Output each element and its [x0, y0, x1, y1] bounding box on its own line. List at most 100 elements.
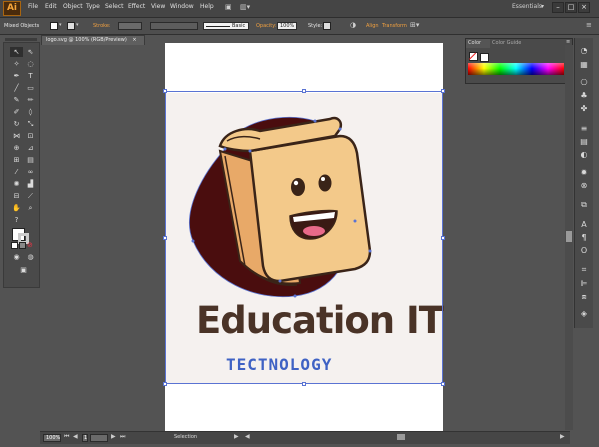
transform-panel-icon[interactable]: ⌗: [578, 265, 590, 275]
gradient-mode-swatch[interactable]: [19, 242, 26, 249]
selection-handle[interactable]: [302, 89, 306, 93]
close-button[interactable]: ×: [578, 2, 590, 13]
status-menu-arrow-icon[interactable]: ▶: [234, 433, 239, 440]
symbol-sprayer-tool-icon[interactable]: ✺: [10, 179, 23, 189]
align-panel-icon[interactable]: ⊫: [578, 279, 590, 288]
menu-file[interactable]: File: [28, 3, 38, 10]
selection-handle[interactable]: [163, 236, 167, 240]
line-segment-tool-icon[interactable]: ╱: [10, 83, 23, 93]
character-panel-icon[interactable]: A: [578, 220, 590, 229]
pathfinder-alt-icon[interactable]: ⧈: [578, 292, 590, 302]
menu-type[interactable]: Type: [86, 3, 100, 10]
paragraph-panel-icon[interactable]: ¶: [578, 233, 590, 242]
rectangle-tool-icon[interactable]: ▭: [24, 83, 37, 93]
lasso-tool-icon[interactable]: ◌: [24, 59, 37, 69]
artboards-panel-icon[interactable]: ⧉: [578, 200, 590, 210]
workspace-switcher[interactable]: Essentials: [512, 3, 542, 10]
chevron-down-icon[interactable]: ▾: [59, 22, 62, 28]
gradient-panel-icon[interactable]: ▤: [578, 137, 590, 146]
menu-effect[interactable]: Effect: [128, 3, 145, 10]
stroke-label[interactable]: Stroke:: [93, 23, 111, 29]
pencil-tool-icon[interactable]: ✏: [24, 95, 37, 105]
eraser-tool-icon[interactable]: ◊: [24, 107, 37, 117]
pen-tool-icon[interactable]: ✒: [10, 71, 23, 81]
width-tool-icon[interactable]: ⋈: [10, 131, 23, 141]
vertical-scrollbar-thumb[interactable]: [566, 231, 572, 242]
selection-handle[interactable]: [441, 236, 445, 240]
last-artboard-icon[interactable]: ⏭: [120, 433, 125, 441]
current-tool-label[interactable]: Selection: [174, 434, 197, 440]
blob-brush-tool-icon[interactable]: ✐: [10, 107, 23, 117]
selection-tool-icon[interactable]: ↖: [10, 47, 23, 57]
menu-edit[interactable]: Edit: [45, 3, 57, 10]
none-mode-icon[interactable]: ⊘: [27, 241, 33, 249]
zoom-tool-icon[interactable]: ⌕: [24, 203, 37, 213]
blend-tool-icon[interactable]: ∞: [24, 167, 37, 177]
draw-inside-icon[interactable]: ◍: [24, 252, 37, 262]
help-icon[interactable]: ?: [10, 215, 23, 225]
tools-panel-header[interactable]: [5, 38, 37, 41]
selection-bounding-box[interactable]: [165, 91, 443, 384]
opacity-field[interactable]: 100%: [277, 22, 297, 30]
horizontal-scrollbar-thumb[interactable]: [397, 434, 405, 440]
mesh-tool-icon[interactable]: ⊞: [10, 155, 23, 165]
zoom-field[interactable]: 100%: [43, 434, 61, 442]
perspective-grid-tool-icon[interactable]: ⊿: [24, 143, 37, 153]
document-tab[interactable]: logo.svg @ 100% (RGB/Preview) ×: [41, 35, 145, 45]
variable-width-profile[interactable]: [150, 22, 198, 30]
tab-color-guide[interactable]: Color Guide: [492, 40, 521, 46]
transparency-panel-icon[interactable]: ◐: [578, 150, 590, 159]
opacity-label[interactable]: Opacity:: [256, 23, 277, 29]
pathfinder-panel-icon[interactable]: ⊗: [578, 181, 590, 190]
stroke-weight-field[interactable]: [118, 22, 142, 30]
artboard-tool-icon[interactable]: ⊟: [10, 191, 23, 201]
slice-tool-icon[interactable]: ⟋: [24, 191, 37, 201]
chevron-down-icon[interactable]: ▾: [76, 22, 79, 28]
menu-select[interactable]: Select: [105, 3, 124, 10]
menu-object[interactable]: Object: [63, 3, 83, 10]
transform-link[interactable]: Transform: [382, 23, 407, 29]
next-artboard-icon[interactable]: ▶: [111, 433, 116, 440]
maximize-button[interactable]: □: [565, 2, 577, 13]
selection-handle[interactable]: [441, 89, 445, 93]
fill-swatch[interactable]: [50, 22, 58, 30]
isolate-group-icon[interactable]: ⊞▾: [410, 21, 419, 29]
close-icon[interactable]: ×: [132, 37, 136, 43]
artboard-dropdown[interactable]: [90, 434, 108, 442]
paintbrush-tool-icon[interactable]: ✎: [10, 95, 23, 105]
bridge-icon[interactable]: ▣: [225, 3, 232, 11]
selection-handle[interactable]: [302, 382, 306, 386]
screen-mode-icon[interactable]: ▣: [17, 265, 30, 275]
color-mode-swatch[interactable]: [11, 242, 18, 249]
panel-menu-icon[interactable]: ≡: [586, 21, 592, 29]
rotate-tool-icon[interactable]: ↻: [10, 119, 23, 129]
menu-view[interactable]: View: [151, 3, 165, 10]
artboard-number-field[interactable]: 1: [82, 434, 88, 442]
scale-tool-icon[interactable]: ⤡: [24, 119, 37, 129]
chevron-down-icon[interactable]: ▾: [541, 3, 544, 10]
color-stroke-swatch[interactable]: [480, 53, 489, 62]
previous-artboard-icon[interactable]: ◀: [73, 433, 78, 440]
appearance-panel-icon[interactable]: ✹: [578, 168, 590, 177]
draw-mode-icon[interactable]: ◉: [10, 252, 23, 262]
free-transform-tool-icon[interactable]: ⊡: [24, 131, 37, 141]
menu-help[interactable]: Help: [200, 3, 214, 10]
direct-selection-tool-icon[interactable]: ⇖: [24, 47, 37, 57]
recolor-artwork-icon[interactable]: ◑: [350, 21, 356, 29]
stroke-swatch[interactable]: [67, 22, 75, 30]
column-graph-tool-icon[interactable]: ▟: [24, 179, 37, 189]
stroke-panel-icon[interactable]: ≡: [578, 124, 590, 133]
minimize-button[interactable]: –: [552, 2, 564, 13]
shape-builder-tool-icon[interactable]: ⊕: [10, 143, 23, 153]
scroll-left-icon[interactable]: ◀: [245, 433, 250, 440]
scroll-right-icon[interactable]: ▶: [560, 433, 565, 440]
brush-definition[interactable]: Basic: [203, 22, 249, 30]
hand-tool-icon[interactable]: ✋: [10, 203, 23, 213]
selection-handle[interactable]: [441, 382, 445, 386]
eyedropper-tool-icon[interactable]: ⁄: [10, 167, 23, 177]
selection-handle[interactable]: [163, 89, 167, 93]
align-link[interactable]: Align: [366, 23, 379, 29]
gradient-tool-icon[interactable]: ▤: [24, 155, 37, 165]
tab-color[interactable]: Color: [468, 40, 481, 46]
selection-handle[interactable]: [163, 382, 167, 386]
